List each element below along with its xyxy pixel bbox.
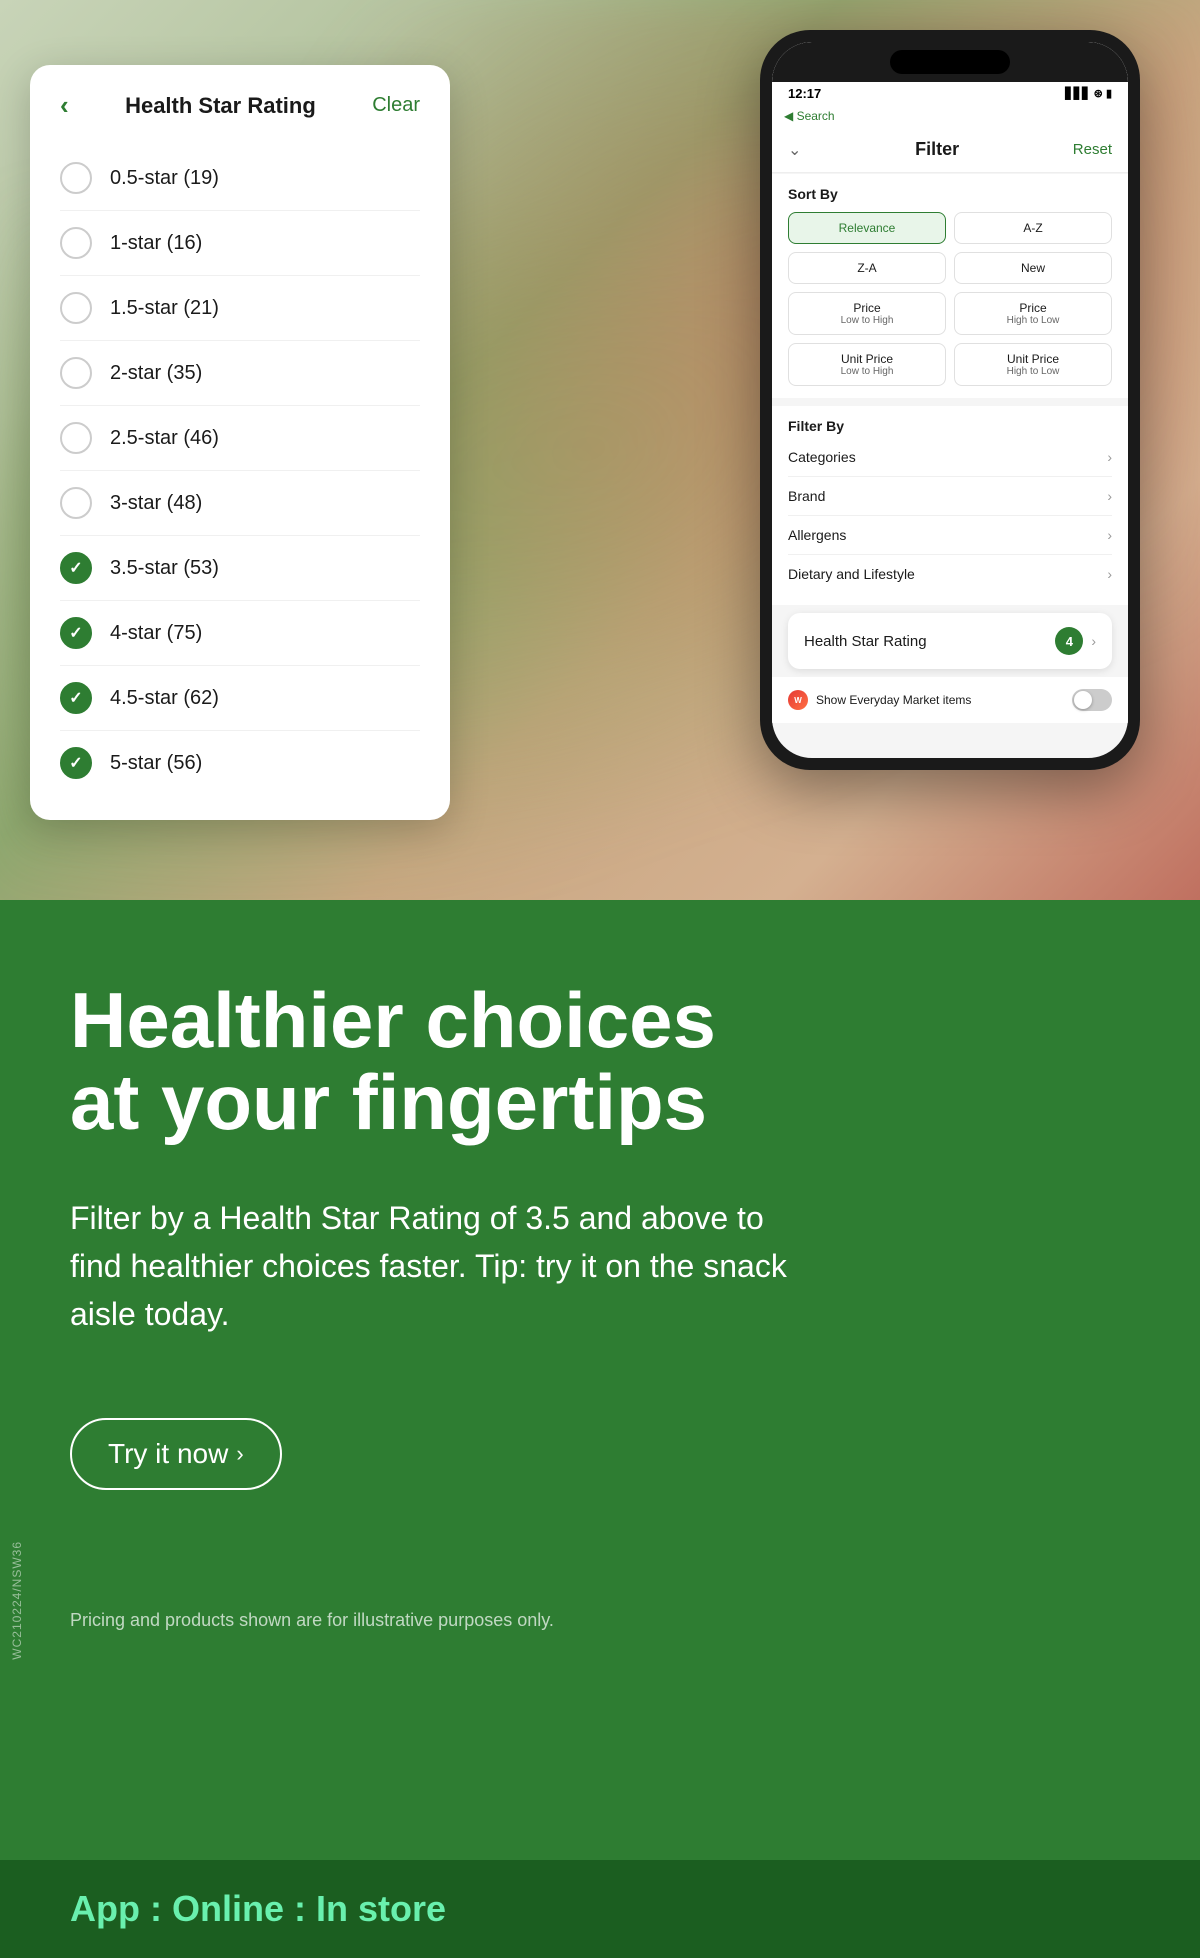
sort-relevance[interactable]: Relevance [788, 212, 946, 244]
woolies-logo: W [788, 690, 808, 710]
chevron-icon: › [1107, 527, 1112, 543]
filter-label-7: 4-star (75) [110, 622, 202, 645]
hsr-chevron: › [1091, 633, 1096, 649]
radio-circle-6 [60, 552, 92, 584]
status-bar: 12:17 ▋▋▋ ⊛ ▮ [772, 82, 1128, 105]
phone-screen: 12:17 ▋▋▋ ⊛ ▮ ◀ Search ⌄ Filter Reset So… [772, 42, 1128, 758]
radio-circle-0 [60, 162, 92, 194]
sort-grid: Relevance A-Z Z-A New PriceLow to High P… [788, 212, 1112, 386]
filter-item-9[interactable]: 5-star (56) [60, 731, 420, 795]
filter-label-5: 3-star (48) [110, 492, 202, 515]
filter-label-6: 3.5-star (53) [110, 557, 219, 580]
sort-unit-high-low[interactable]: Unit PriceHigh to Low [954, 343, 1112, 386]
vertical-code: WC210224/NSW36 [10, 1541, 24, 1660]
radio-circle-5 [60, 487, 92, 519]
filter-label-4: 2.5-star (46) [110, 427, 219, 450]
footer-text: App : Online : In store [70, 1888, 446, 1929]
footer-sep1: : [140, 1888, 172, 1929]
hsr-badge: 4 › [1055, 627, 1096, 655]
toggle-knob [1074, 691, 1092, 709]
filter-categories[interactable]: Categories › [788, 438, 1112, 477]
radio-circle-1 [60, 227, 92, 259]
chevron-icon: › [1107, 488, 1112, 504]
phone-frame: 12:17 ▋▋▋ ⊛ ▮ ◀ Search ⌄ Filter Reset So… [760, 30, 1140, 770]
sort-by-label: Sort By [788, 186, 1112, 202]
sort-new[interactable]: New [954, 252, 1112, 284]
chevron-icon: › [1107, 566, 1112, 582]
sort-section: Sort By Relevance A-Z Z-A New PriceLow t… [772, 174, 1128, 398]
footer: App : Online : In store [0, 1860, 1200, 1958]
bottom-section: WC210224/NSW36 Healthier choices at your… [0, 900, 1200, 1860]
try-btn-arrow: › [236, 1441, 243, 1467]
sort-za[interactable]: Z-A [788, 252, 946, 284]
filter-item-3[interactable]: 2-star (35) [60, 341, 420, 406]
radio-circle-3 [60, 357, 92, 389]
sort-az[interactable]: A-Z [954, 212, 1112, 244]
filter-brand[interactable]: Brand › [788, 477, 1112, 516]
footer-instore: In store [316, 1888, 446, 1929]
body-text: Filter by a Health Star Rating of 3.5 an… [70, 1194, 810, 1338]
try-it-now-button[interactable]: Try it now › [70, 1418, 282, 1490]
status-time: 12:17 [788, 86, 821, 101]
filter-screen: ⌄ Filter Reset Sort By Relevance A-Z Z-A… [772, 127, 1128, 723]
filter-item-6[interactable]: 3.5-star (53) [60, 536, 420, 601]
radio-circle-2 [60, 292, 92, 324]
filter-dietary[interactable]: Dietary and Lifestyle › [788, 555, 1112, 593]
filter-item-1[interactable]: 1-star (16) [60, 211, 420, 276]
panel-title: Health Star Rating [125, 93, 316, 119]
clear-button[interactable]: Clear [372, 94, 420, 117]
filter-allergens[interactable]: Allergens › [788, 516, 1112, 555]
hsr-row[interactable]: Health Star Rating 4 › [788, 613, 1112, 669]
reset-button[interactable]: Reset [1073, 141, 1112, 158]
dropdown-icon[interactable]: ⌄ [788, 140, 801, 160]
toggle-row: W Show Everyday Market items [772, 677, 1128, 723]
radio-circle-9 [60, 747, 92, 779]
back-icon[interactable]: ‹ [60, 90, 69, 121]
footer-sep2: : [284, 1888, 316, 1929]
filter-item-8[interactable]: 4.5-star (62) [60, 666, 420, 731]
sort-price-low-high[interactable]: PriceLow to High [788, 292, 946, 335]
filter-label-3: 2-star (35) [110, 362, 202, 385]
dynamic-island [890, 50, 1010, 74]
panel-header: ‹ Health Star Rating Clear [60, 90, 420, 121]
status-icons: ▋▋▋ ⊛ ▮ [1065, 87, 1112, 100]
back-nav[interactable]: ◀ Search [772, 105, 1128, 127]
toggle-text: Show Everyday Market items [816, 693, 971, 707]
disclaimer-text: Pricing and products shown are for illus… [70, 1610, 1130, 1631]
chevron-icon: › [1107, 449, 1112, 465]
footer-online: Online [172, 1888, 284, 1929]
filter-item-4[interactable]: 2.5-star (46) [60, 406, 420, 471]
try-btn-label: Try it now [108, 1438, 228, 1470]
radio-circle-8 [60, 682, 92, 714]
headline: Healthier choices at your fingertips [70, 980, 1130, 1144]
radio-circle-4 [60, 422, 92, 454]
radio-circle-7 [60, 617, 92, 649]
health-star-rating-panel: ‹ Health Star Rating Clear 0.5-star (19)… [30, 65, 450, 820]
filter-label-1: 1-star (16) [110, 232, 202, 255]
filter-label-8: 4.5-star (62) [110, 687, 219, 710]
filter-header: ⌄ Filter Reset [772, 127, 1128, 173]
sort-price-high-low[interactable]: PriceHigh to Low [954, 292, 1112, 335]
filter-label-2: 1.5-star (21) [110, 297, 219, 320]
filter-by-section: Filter By Categories › Brand › Allergens… [772, 406, 1128, 605]
filter-item-5[interactable]: 3-star (48) [60, 471, 420, 536]
filter-item-2[interactable]: 1.5-star (21) [60, 276, 420, 341]
filter-label-0: 0.5-star (19) [110, 167, 219, 190]
toggle-label: W Show Everyday Market items [788, 690, 971, 710]
filter-title: Filter [915, 139, 959, 160]
filter-by-label: Filter By [788, 418, 1112, 434]
sort-unit-low-high[interactable]: Unit PriceLow to High [788, 343, 946, 386]
phone-mockup: 12:17 ▋▋▋ ⊛ ▮ ◀ Search ⌄ Filter Reset So… [760, 30, 1140, 770]
filter-label-9: 5-star (56) [110, 752, 202, 775]
toggle-switch[interactable] [1072, 689, 1112, 711]
filter-item-0[interactable]: 0.5-star (19) [60, 146, 420, 211]
phone-notch [772, 42, 1128, 82]
top-section: ‹ Health Star Rating Clear 0.5-star (19)… [0, 0, 1200, 900]
footer-app: App [70, 1888, 140, 1929]
filter-item-7[interactable]: 4-star (75) [60, 601, 420, 666]
hsr-count: 4 [1055, 627, 1083, 655]
hsr-row-label: Health Star Rating [804, 633, 927, 650]
star-rating-list: 0.5-star (19) 1-star (16) 1.5-star (21) 2-s… [60, 146, 420, 795]
